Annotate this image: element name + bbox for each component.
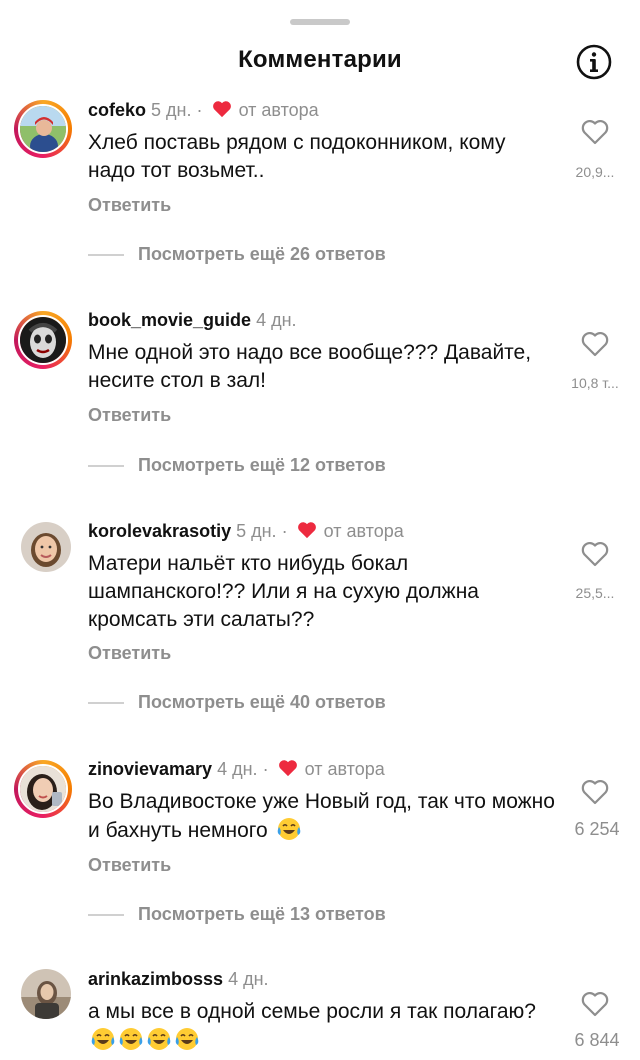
tears-of-joy-emoji-icon [90,1026,116,1052]
heart-icon[interactable] [580,990,610,1018]
comment-meta: korolevakrasotiy 5 дн. · от автора [88,521,404,544]
username[interactable]: arinkazimbosss [88,969,223,989]
comment-time: 4 дн. [217,759,258,779]
comment-time: 5 дн. [236,521,277,541]
username[interactable]: zinovievamary [88,759,212,779]
username[interactable]: korolevakrasotiy [88,521,231,541]
divider-line [88,702,124,705]
info-icon[interactable] [575,43,613,81]
like-count: 6 844 [574,1030,620,1050]
avatar-story-ring[interactable] [14,100,72,158]
comment-meta: zinovievamary 4 дн. · от автора [88,759,385,782]
divider-line [88,465,124,468]
author-like-label: от автора [304,759,385,779]
avatar[interactable] [21,969,71,1019]
view-replies-button[interactable]: Посмотреть ещё 26 ответов [88,244,386,268]
username[interactable]: book_movie_guide [88,310,251,330]
tears-of-joy-emoji-icon [146,1026,172,1052]
avatar[interactable] [21,522,71,572]
comment-time: 4 дн. [256,310,297,330]
username[interactable]: cofeko [88,100,146,120]
tears-of-joy-emoji-icon [118,1026,144,1052]
author-heart-icon [212,100,232,123]
author-like-label: от автора [323,521,404,541]
view-replies-button[interactable]: Посмотреть ещё 12 ответов [88,455,386,479]
reply-button[interactable]: Ответить [88,405,171,426]
comment-meta: cofeko 5 дн. · от автора [88,100,319,123]
avatar [18,764,68,814]
comment-text: Мне одной это надо все вообще??? Давайте… [88,341,532,392]
heart-icon[interactable] [580,778,610,806]
reply-button[interactable]: Ответить [88,643,171,664]
comment-text: Хлеб поставь рядом с подоконником, кому … [88,131,506,182]
drag-handle[interactable] [290,19,350,25]
author-heart-icon [278,759,298,782]
tears-of-joy-emoji-icon [174,1026,200,1052]
like-count: 10,8 т... [571,375,619,391]
heart-icon[interactable] [580,330,610,358]
avatar-story-ring[interactable] [14,760,72,818]
page-title: Комментарии [238,46,402,73]
comment-meta: arinkazimbosss 4 дн. [88,969,269,990]
avatar [18,315,68,365]
comment-text: Матери нальёт кто нибудь бокал шампанско… [88,552,479,631]
reply-button[interactable]: Ответить [88,855,171,876]
heart-icon[interactable] [580,540,610,568]
comment-time: 4 дн. [228,969,269,989]
avatar-story-ring[interactable] [14,311,72,369]
author-heart-icon [297,521,317,544]
comment-text: Во Владивостоке уже Новый год, так что м… [88,790,555,842]
view-replies-button[interactable]: Посмотреть ещё 40 ответов [88,692,386,716]
comment-meta: book_movie_guide 4 дн. [88,310,297,331]
tears-of-joy-emoji-icon [276,816,302,842]
heart-icon[interactable] [580,118,610,146]
comments-sheet: Комментарии cofeko 5 дн. · от автора Хле… [0,0,640,1058]
author-like-label: от автора [238,100,319,120]
divider-line [88,254,124,257]
comment-text: а мы все в одной семье росли я так полаг… [88,998,558,1055]
view-replies-button[interactable]: Посмотреть ещё 13 ответов [88,904,386,928]
like-count: 20,9... [575,164,615,180]
reply-button[interactable]: Ответить [88,195,171,216]
like-count: 25,5... [575,585,615,601]
comment-time: 5 дн. [151,100,192,120]
avatar [18,104,68,154]
divider-line [88,914,124,917]
like-count: 6 254 [574,819,620,839]
